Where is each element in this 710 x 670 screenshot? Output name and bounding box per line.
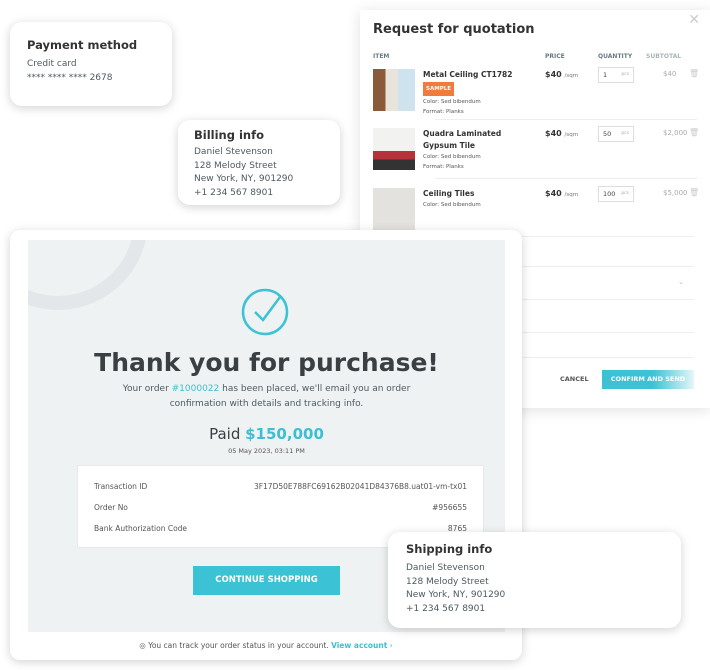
subtotal: $5,000 bbox=[663, 189, 688, 197]
billing-street: 128 Melody Street bbox=[194, 160, 277, 171]
price: $40 bbox=[545, 129, 562, 138]
product-color: Color: Sed bibendum bbox=[423, 99, 481, 105]
trash-icon[interactable]: 🗑 bbox=[689, 69, 699, 78]
close-icon[interactable]: ✕ bbox=[688, 12, 700, 28]
price-unit: /sqm bbox=[564, 73, 579, 79]
product-name: Metal Ceiling CT1782 bbox=[423, 70, 513, 79]
user-icon: ◎ bbox=[139, 641, 146, 650]
billing-phone: +1 234 567 8901 bbox=[194, 187, 274, 198]
shipping-title: Shipping info bbox=[406, 542, 493, 556]
card-number: **** **** **** 2678 bbox=[27, 72, 113, 83]
continue-shopping-button[interactable]: CONTINUE SHOPPING bbox=[193, 566, 340, 595]
billing-city: New York, NY, 901290 bbox=[194, 174, 294, 184]
confirm-and-send-button[interactable]: CONFIRM AND SEND bbox=[602, 370, 694, 389]
quantity-input[interactable]: 1 pcs bbox=[598, 67, 634, 83]
product-image bbox=[373, 69, 415, 111]
product-format: Format: Planks bbox=[423, 164, 464, 170]
subtotal: $40 bbox=[663, 70, 677, 78]
shipping-street: 128 Melody Street bbox=[406, 576, 489, 587]
price: $40 bbox=[545, 189, 562, 198]
quote-row: Quadra Laminated Gypsum Tile Color: Sed … bbox=[373, 126, 699, 184]
product-name: Ceiling Tiles bbox=[423, 189, 475, 198]
trash-icon[interactable]: 🗑 bbox=[689, 128, 699, 137]
thank-you-title: Thank you for purchase! bbox=[94, 348, 439, 377]
footer-note: ◎ You can track your order status in you… bbox=[139, 641, 393, 650]
subtotal: $2,000 bbox=[663, 129, 688, 137]
header-price: PRICE bbox=[545, 53, 565, 60]
view-account-link[interactable]: View account bbox=[331, 641, 387, 650]
check-circle-icon bbox=[241, 288, 289, 336]
shipping-info-card: Shipping info Daniel Stevenson 128 Melod… bbox=[388, 532, 681, 628]
product-name: Quadra Laminated Gypsum Tile bbox=[423, 129, 502, 150]
cancel-button[interactable]: CANCEL bbox=[560, 375, 589, 383]
price-unit: /sqm bbox=[564, 192, 579, 198]
header-quantity: QUANTITY bbox=[598, 53, 633, 60]
payment-date: 05 May 2023, 03:11 PM bbox=[228, 447, 305, 455]
header-item: ITEM bbox=[373, 53, 390, 60]
price-unit: /sqm bbox=[564, 132, 579, 138]
decorative-arc bbox=[28, 240, 148, 310]
quantity-input[interactable]: 50 pcs bbox=[598, 126, 634, 142]
quantity-input[interactable]: 100 pcs bbox=[598, 186, 634, 202]
payment-method-card: Payment method Credit card **** **** ***… bbox=[10, 22, 172, 106]
order-message: Your order #1000022 has been placed, we'… bbox=[122, 384, 411, 409]
payment-title: Payment method bbox=[27, 38, 138, 52]
product-format: Format: Planks bbox=[423, 109, 464, 115]
shipping-name: Daniel Stevenson bbox=[406, 563, 485, 573]
order-link[interactable]: #1000022 bbox=[172, 384, 220, 394]
payment-method: Credit card bbox=[27, 59, 77, 69]
trash-icon[interactable]: 🗑 bbox=[689, 188, 699, 197]
price: $40 bbox=[545, 70, 562, 79]
billing-name: Daniel Stevenson bbox=[194, 147, 273, 157]
billing-title: Billing info bbox=[194, 128, 264, 142]
chevron-down-icon[interactable]: ⌄ bbox=[678, 278, 684, 286]
billing-info-card: Billing info Daniel Stevenson 128 Melody… bbox=[178, 120, 340, 205]
header-subtotal: SUBTOTAL bbox=[646, 53, 682, 60]
shipping-phone: +1 234 567 8901 bbox=[406, 603, 486, 614]
quote-row: Metal Ceiling CT1782 SAMPLE Color: Sed b… bbox=[373, 67, 699, 125]
paid-amount: Paid $150,000 bbox=[209, 425, 324, 443]
quote-title: Request for quotation bbox=[373, 22, 535, 37]
product-color: Color: Sed bibendum bbox=[423, 154, 481, 160]
chevron-right-icon: › bbox=[389, 641, 393, 650]
sample-badge: SAMPLE bbox=[423, 82, 454, 96]
detail-row: Transaction ID 3F17D50E788FC69162B02041D8… bbox=[94, 482, 467, 491]
shipping-city: New York, NY, 901290 bbox=[406, 590, 506, 600]
product-image bbox=[373, 128, 415, 170]
product-color: Color: Sed bibendum bbox=[423, 202, 481, 208]
product-image bbox=[373, 188, 415, 230]
detail-row: Order No #956655 bbox=[94, 503, 467, 512]
